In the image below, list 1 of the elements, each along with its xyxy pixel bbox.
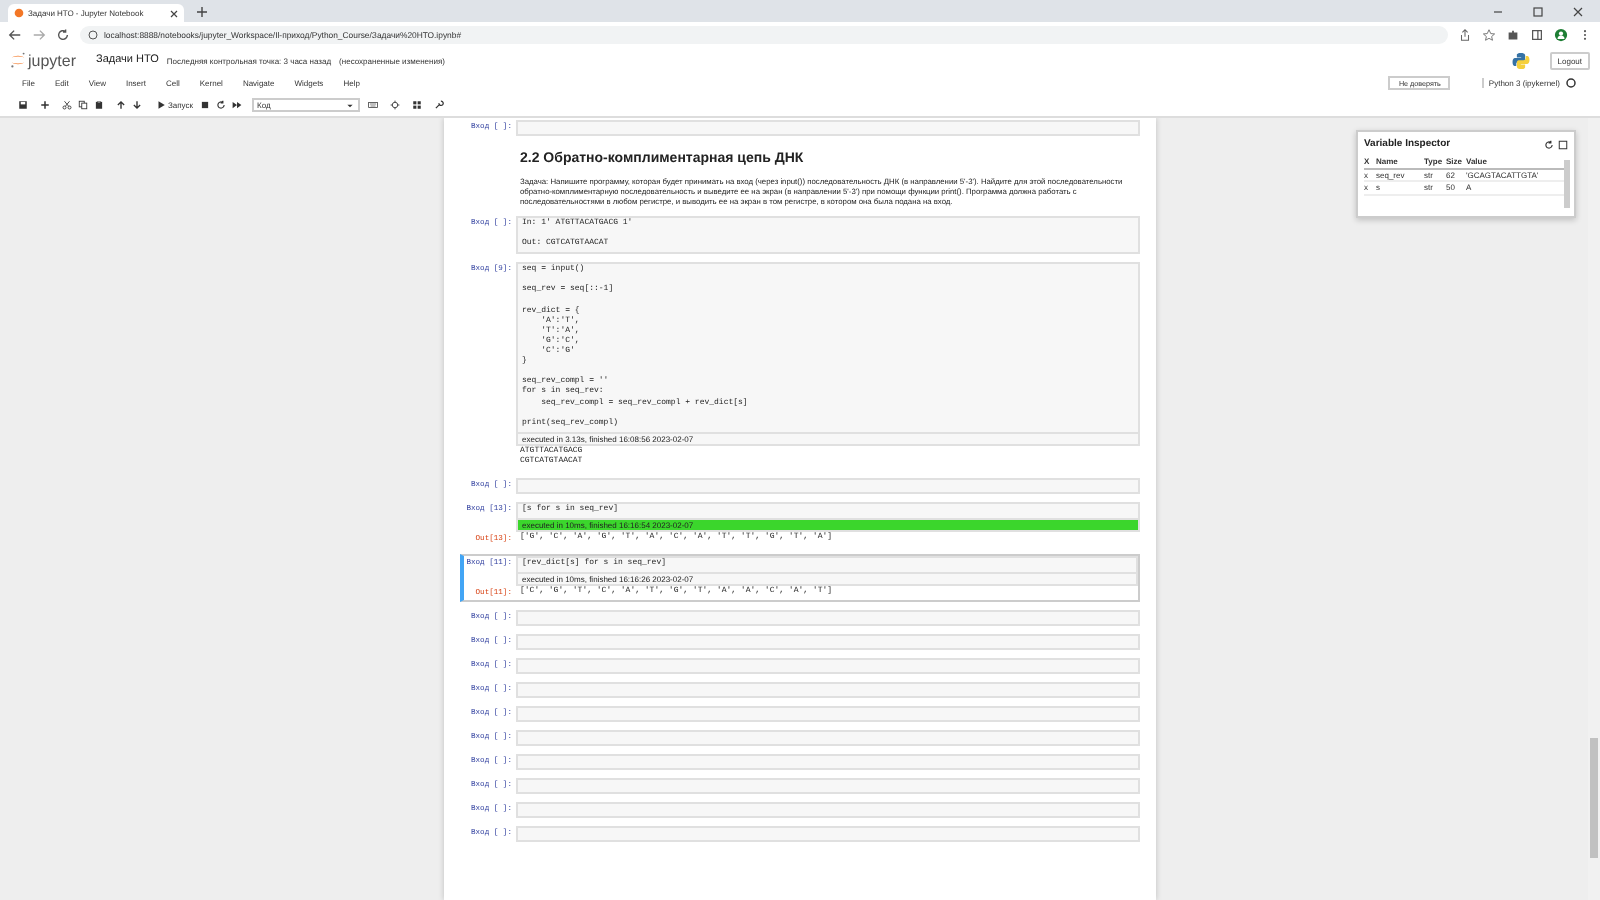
jupyter-logo-text: jupyter: [28, 51, 77, 69]
